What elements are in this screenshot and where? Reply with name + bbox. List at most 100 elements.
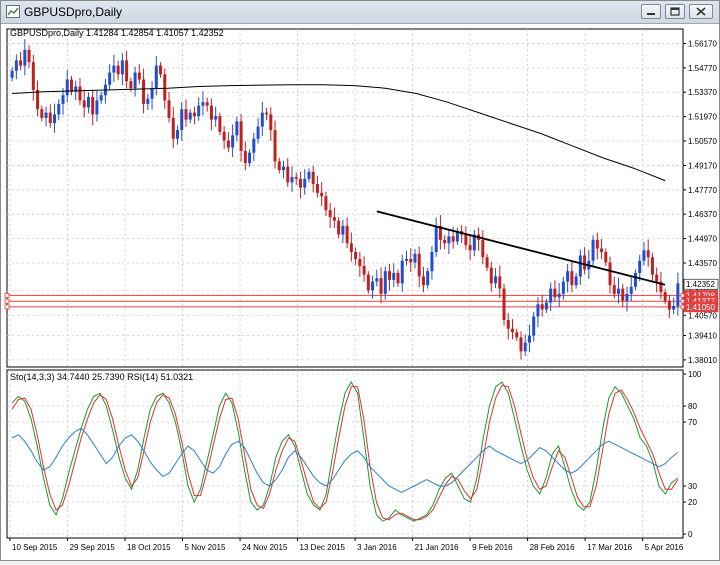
candle-body: [14, 60, 18, 71]
candle-body: [502, 288, 506, 320]
price-label: 1.41050: [686, 303, 715, 312]
candle-body: [226, 140, 230, 148]
candle-body: [235, 121, 239, 136]
time-axis-label: 17 Mar 2016: [587, 543, 632, 552]
time-axis-label: 21 Jan 2016: [415, 543, 460, 552]
candle-body: [553, 288, 557, 298]
candle-body: [544, 302, 548, 310]
candle-body: [608, 262, 612, 286]
indicator-axis-label: 20: [688, 498, 697, 507]
horizontal-lines[interactable]: [4, 293, 686, 310]
price-axis-label: 1.43570: [688, 259, 717, 268]
support-line-handle[interactable]: [4, 298, 10, 304]
candle-body: [86, 96, 90, 108]
candle-body: [362, 265, 366, 275]
candle-body: [146, 98, 150, 104]
candle-body: [120, 60, 124, 75]
candle-body: [557, 293, 561, 298]
candle-body: [621, 288, 625, 301]
candle-body: [65, 79, 69, 96]
candle-body: [574, 276, 578, 286]
support-line-handle[interactable]: [4, 293, 10, 298]
candle-body: [197, 105, 201, 117]
chart-svg[interactable]: 1.56170 1.54770 1.53370 1.51970 1.50570 1.491…: [2, 24, 719, 560]
candle-body: [447, 236, 451, 244]
candle-body: [511, 328, 514, 333]
candle-body: [375, 278, 379, 282]
candle-body: [163, 74, 167, 101]
price-labels: 1.423521.417081.413771.41050: [683, 278, 719, 313]
candle-body: [40, 109, 44, 118]
candle-body: [192, 112, 196, 117]
candle-body: [180, 109, 184, 131]
candle-body: [53, 114, 57, 124]
candle-body: [646, 250, 650, 258]
price-axis-label: 1.39410: [688, 331, 717, 340]
candle-body: [78, 86, 82, 101]
candle-body: [222, 131, 226, 141]
candle-body: [489, 267, 493, 284]
candle-body: [540, 304, 544, 310]
candle-body: [307, 171, 311, 179]
candle-body: [95, 100, 99, 115]
candle-body: [10, 70, 14, 78]
time-axis-label: 5 Nov 2015: [185, 543, 226, 552]
candle-body: [604, 252, 608, 263]
time-axis: 10 Sep 2015 29 Sep 2015 18 Oct 2015 5 Nov 2…: [9, 538, 684, 552]
candle-body: [214, 116, 218, 120]
candle-body: [341, 225, 345, 235]
candle-body: [159, 65, 163, 75]
price-axis-label: 1.50570: [688, 137, 717, 146]
candle-body: [600, 248, 604, 253]
candle-body: [409, 258, 413, 263]
candle-body: [91, 96, 95, 115]
candle-body: [129, 81, 133, 89]
candle-body: [243, 150, 247, 164]
candle-body: [61, 95, 65, 104]
price-label: 1.42352: [686, 280, 715, 289]
price-axis: 1.56170 1.54770 1.53370 1.51970 1.50570 1.491…: [683, 39, 717, 365]
candle-body: [595, 239, 599, 249]
candle-body: [523, 342, 527, 352]
candle-body: [506, 319, 510, 329]
candle-body: [27, 49, 31, 63]
candle-body: [404, 258, 408, 261]
candle-body: [137, 72, 141, 80]
candle-body: [421, 276, 425, 286]
title-bar[interactable]: GBPUSDpro,Daily: [1, 1, 719, 24]
support-line-handle[interactable]: [4, 304, 10, 310]
price-axis-label: 1.38010: [688, 356, 717, 365]
candle-body: [426, 271, 430, 286]
candle-body: [239, 121, 243, 151]
candle-body: [256, 126, 260, 139]
close-button[interactable]: [689, 4, 713, 19]
restore-button[interactable]: [665, 4, 685, 19]
minimize-button[interactable]: [641, 4, 661, 19]
candle-body: [519, 337, 523, 352]
price-axis-label: 1.54770: [688, 64, 717, 73]
price-axis-label: 1.49170: [688, 161, 717, 170]
candle-body: [171, 117, 175, 139]
indicator-label: Sto(14,3,3) 34.7440 25.7390 RSI(14) 51.0…: [10, 372, 193, 382]
candle-body: [277, 161, 281, 171]
candle-body: [383, 271, 387, 294]
candle-body: [561, 281, 565, 294]
candle-body: [527, 335, 531, 343]
price-axis-label: 1.47770: [688, 186, 717, 195]
candle-body: [481, 239, 485, 258]
candle-body: [36, 89, 40, 110]
price-axis-label: 1.46370: [688, 210, 717, 219]
price-axis-label: 1.40570: [688, 311, 717, 320]
candle-body: [248, 152, 252, 164]
indicator-axis-label: 70: [688, 418, 697, 427]
time-axis-label: 13 Dec 2015: [300, 543, 346, 552]
candle-body: [69, 79, 73, 92]
candle-body: [413, 253, 417, 263]
candle-body: [583, 255, 587, 270]
candle-body: [290, 177, 294, 183]
chart-area[interactable]: 1.56170 1.54770 1.53370 1.51970 1.50570 1.491…: [2, 24, 719, 560]
chart-window-icon: [6, 5, 20, 18]
candle-body: [549, 288, 553, 303]
close-icon: [696, 7, 706, 16]
time-axis-label: 29 Sep 2015: [70, 543, 116, 552]
